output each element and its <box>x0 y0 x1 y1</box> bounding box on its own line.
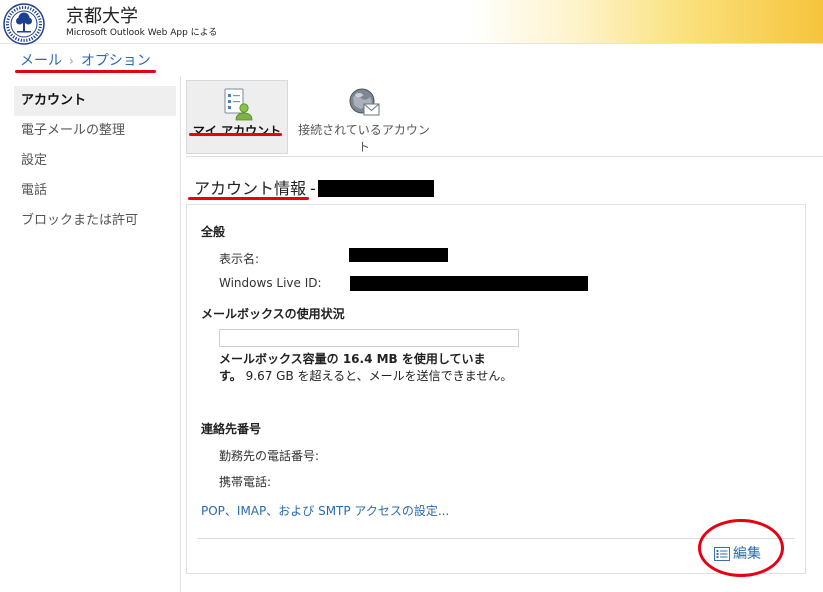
account-settings-icon <box>224 88 253 121</box>
connected-accounts-label: 接続されているアカウント <box>298 123 430 154</box>
connected-accounts-button[interactable]: 接続されているアカウント <box>293 80 435 154</box>
annotation-circle-edit <box>698 519 784 577</box>
annotation-underline-my-account <box>189 133 282 136</box>
breadcrumb-options: オプション <box>80 53 151 69</box>
org-name: 京都大学 <box>66 6 138 27</box>
live-id-label: Windows Live ID: <box>219 276 322 290</box>
sidebar-item-account[interactable]: アカウント <box>14 86 176 116</box>
work-phone-label: 勤務先の電話番号: <box>219 449 320 463</box>
usage-prefix: メールボックス容量の <box>219 352 343 366</box>
annotation-underline-breadcrumb <box>15 70 156 73</box>
mailbox-usage-heading: メールボックスの使用状況 <box>201 307 345 321</box>
mailbox-usage-bar <box>219 329 519 347</box>
my-account-label: マイ アカウント <box>192 124 282 138</box>
account-details-panel: 全般 表示名: Windows Live ID: メールボックスの使用状況 メー… <box>186 204 806 574</box>
pop-imap-settings-link[interactable]: POP、IMAP、および SMTP アクセスの設定... <box>201 502 449 519</box>
display-name-label: 表示名: <box>219 252 260 266</box>
breadcrumb: メール › オプション <box>20 51 151 71</box>
app-name: Microsoft Outlook Web App による <box>66 28 218 38</box>
sidebar-item-organize-email[interactable]: 電子メールの整理 <box>14 116 176 146</box>
app-header: 京都大学 Microsoft Outlook Web App による <box>0 0 823 45</box>
mailbox-usage-text: メールボックス容量の 16.4 MB を使用しています。 9.67 GB を超え… <box>219 351 519 385</box>
options-sidebar: アカウント 電子メールの整理 設定 電話 ブロックまたは許可 <box>14 86 176 236</box>
annotation-underline-title <box>188 197 309 200</box>
redacted-account-name <box>318 180 434 197</box>
general-heading: 全般 <box>201 225 226 239</box>
contact-numbers-heading: 連絡先番号 <box>201 422 262 436</box>
university-seal-icon <box>3 3 45 45</box>
usage-limit: 9.67 GB を超えると、メールを送信できません。 <box>245 369 513 383</box>
sidebar-item-settings[interactable]: 設定 <box>14 146 176 176</box>
redacted-live-id <box>350 276 588 291</box>
sidebar-item-block-allow[interactable]: ブロックまたは許可 <box>14 206 176 236</box>
toolbar-divider <box>186 156 823 157</box>
usage-amount: 16.4 MB <box>342 352 398 366</box>
mobile-phone-label: 携帯電話: <box>219 475 272 489</box>
redacted-display-name <box>349 248 448 262</box>
title-separator: - <box>310 179 316 198</box>
sidebar-divider <box>180 76 181 592</box>
chevron-right-icon: › <box>69 54 74 68</box>
page-title: アカウント情報 <box>194 179 307 198</box>
my-account-button[interactable]: マイ アカウント <box>186 80 288 154</box>
sidebar-item-phone[interactable]: 電話 <box>14 176 176 206</box>
connected-accounts-icon <box>349 88 380 116</box>
breadcrumb-mail-link[interactable]: メール <box>20 53 62 69</box>
